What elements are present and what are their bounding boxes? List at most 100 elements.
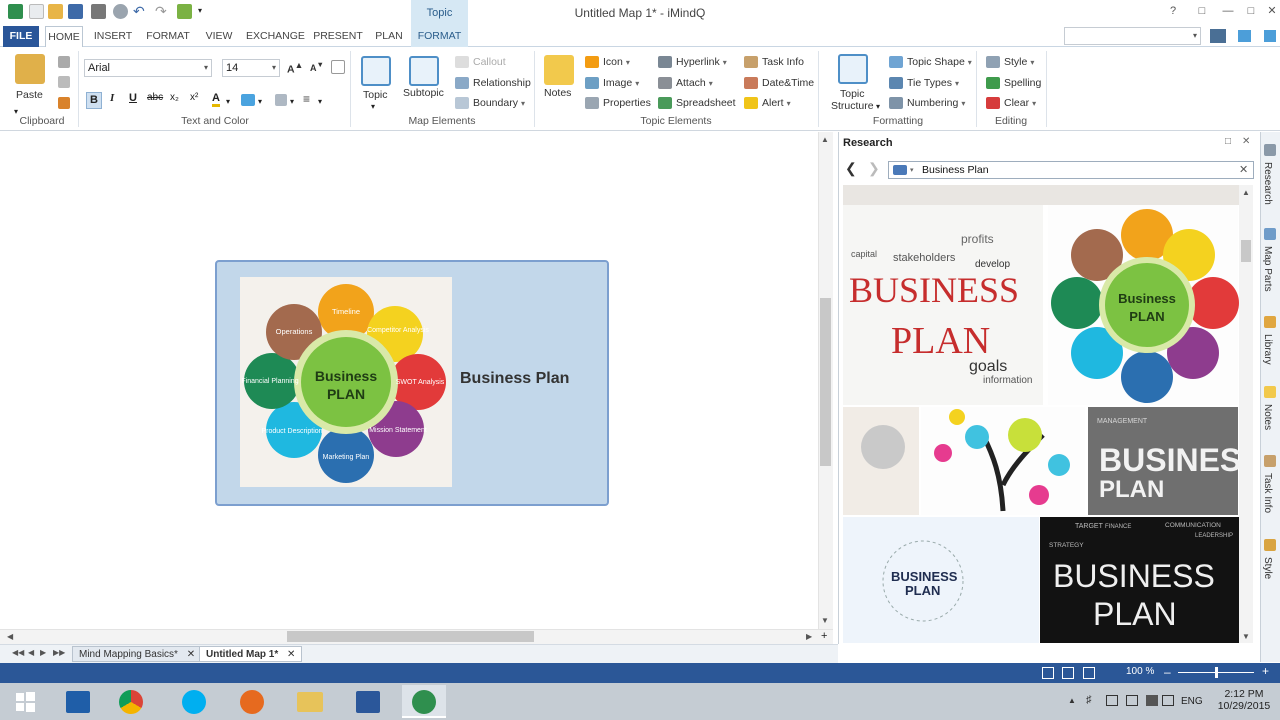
canvas-horizontal-scroll-thumb[interactable] [287,631,534,642]
bold-button[interactable]: B [86,92,102,109]
forward-icon[interactable]: ❯ [868,160,880,177]
underline-button[interactable]: U [129,92,137,104]
topic-icon[interactable] [361,56,391,86]
topic-structure-label-2[interactable]: Structure [831,100,874,112]
subscript-button[interactable]: x₂ [170,92,179,103]
open-icon[interactable] [48,4,63,19]
account-icon[interactable] [1264,30,1276,42]
shrink-font-button[interactable]: A▼ [310,60,324,73]
word-taskbar-button[interactable] [346,685,390,718]
undo-icon[interactable]: ↶ [133,3,145,20]
copy-icon[interactable] [58,76,70,88]
result-image-partial[interactable] [843,185,1239,205]
scroll-left-icon[interactable]: ◀ [7,632,13,641]
redo-icon[interactable]: ↷ [155,3,167,20]
topic-structure-label-1[interactable]: Topic [840,88,865,100]
maximize-icon[interactable]: □ [1243,4,1259,18]
canvas-vertical-scroll-thumb[interactable] [820,298,831,466]
firefox-taskbar-button[interactable] [230,685,274,718]
back-icon[interactable]: ❮ [845,160,857,177]
side-tab-style[interactable]: Style [1262,557,1273,579]
tab-insert[interactable]: INSERT [92,26,134,47]
next-sheet-icon[interactable]: ▶ [40,648,46,657]
keyboard-icon[interactable] [1162,695,1174,706]
search-source-dropdown-icon[interactable]: ▾ [910,166,914,174]
topic-shape-button[interactable]: Topic Shape ▾ [889,56,972,69]
alert-button[interactable]: Alert ▾ [744,97,791,110]
skype-taskbar-button[interactable] [172,685,216,718]
scroll-right-icon[interactable]: ▶ [806,632,812,641]
align-icon[interactable]: ≡ [303,92,310,106]
image-button[interactable]: Image ▾ [585,77,639,90]
side-tab-task-info[interactable]: Task Info [1262,473,1273,513]
battery-icon[interactable] [1146,695,1158,706]
zoom-in-icon[interactable]: + [1262,664,1269,678]
font-size-select[interactable]: 14 ▾ [222,59,280,77]
pane-options-icon[interactable]: □ [1225,136,1231,147]
borders-dropdown-icon[interactable]: ▾ [290,97,294,106]
minimize-icon[interactable]: — [1220,4,1236,18]
camera-icon[interactable] [893,165,907,175]
subtopic-icon[interactable] [409,56,439,86]
imindq-taskbar-button[interactable] [402,685,446,718]
task-info-button[interactable]: Task Info [744,56,804,69]
actual-size-icon[interactable] [1083,667,1095,679]
highlight-dropdown-icon[interactable]: ▾ [258,97,262,106]
preview-icon[interactable] [113,4,128,19]
tab-home[interactable]: HOME [45,26,83,47]
language-indicator[interactable]: ENG [1181,696,1203,707]
tie-types-button[interactable]: Tie Types ▾ [889,77,959,90]
attach-button[interactable]: Attach ▾ [658,77,713,90]
chrome-taskbar-button[interactable] [110,685,154,718]
side-tab-library[interactable]: Library [1262,334,1273,365]
clear-format-icon[interactable] [331,60,345,74]
fit-topic-icon[interactable] [1062,667,1074,679]
share-icon[interactable] [1238,30,1251,42]
scroll-down-icon[interactable]: ▼ [821,616,829,625]
scroll-up-icon[interactable]: ▲ [821,135,829,144]
properties-button[interactable]: Properties [585,97,651,110]
explorer-taskbar-button[interactable] [288,685,332,718]
boundary-button[interactable]: Boundary ▾ [455,97,525,110]
print-icon[interactable] [91,4,106,19]
clear-button[interactable]: Clear ▾ [986,97,1036,110]
layout-icon[interactable] [1210,29,1226,43]
tray-overflow-icon[interactable]: ▲ [1068,696,1076,705]
callout-button[interactable]: Callout [455,56,506,69]
side-tab-research[interactable]: Research [1262,162,1273,205]
notes-icon[interactable] [544,55,574,85]
research-scroll-down-icon[interactable]: ▼ [1242,632,1250,641]
sheet-tab-mind-mapping[interactable]: Mind Mapping Basics* ✕ [72,646,203,662]
topic-structure-dropdown-icon[interactable]: ▾ [876,102,880,111]
close-icon[interactable]: ✕ [1264,4,1280,18]
topic-image[interactable]: Business PLAN Timeline Competitor Analys… [240,277,452,487]
subtopic-button[interactable]: Subtopic [403,87,444,99]
action-center-icon[interactable] [1126,695,1138,706]
tab-view[interactable]: VIEW [202,26,236,47]
topic-text[interactable]: Business Plan [460,370,569,388]
topic-dropdown-icon[interactable]: ▾ [371,102,375,111]
zoom-plus-icon[interactable]: + [821,630,827,642]
first-sheet-icon[interactable]: ◀◀ [12,648,24,657]
start-button[interactable] [4,685,48,718]
close-tab-icon[interactable]: ✕ [287,649,295,660]
pane-close-icon[interactable]: ✕ [1242,136,1250,147]
topic-structure-icon[interactable] [838,54,868,84]
date-time-button[interactable]: Date&Time [744,77,814,90]
tab-format-topic[interactable]: FORMAT [411,26,468,47]
tab-format-text[interactable]: FORMAT [144,26,192,47]
volume-icon[interactable]: ♯ [1086,694,1092,706]
outlook-taskbar-button[interactable] [58,685,102,718]
highlight-icon[interactable] [241,94,255,106]
clock[interactable]: 2:12 PM 10/29/2015 [1214,688,1274,712]
search-commands-field[interactable]: ▾ [1064,27,1201,45]
new-icon[interactable] [29,4,44,19]
sheet-tab-untitled[interactable]: Untitled Map 1* ✕ [199,646,303,662]
format-painter-icon[interactable] [58,97,70,109]
style-button[interactable]: Style ▾ [986,56,1034,69]
research-scroll-thumb[interactable] [1241,240,1251,262]
fit-map-icon[interactable] [1042,667,1054,679]
tab-file[interactable]: FILE [3,26,39,47]
zoom-out-icon[interactable]: – [1164,665,1171,679]
superscript-button[interactable]: x² [190,92,198,103]
